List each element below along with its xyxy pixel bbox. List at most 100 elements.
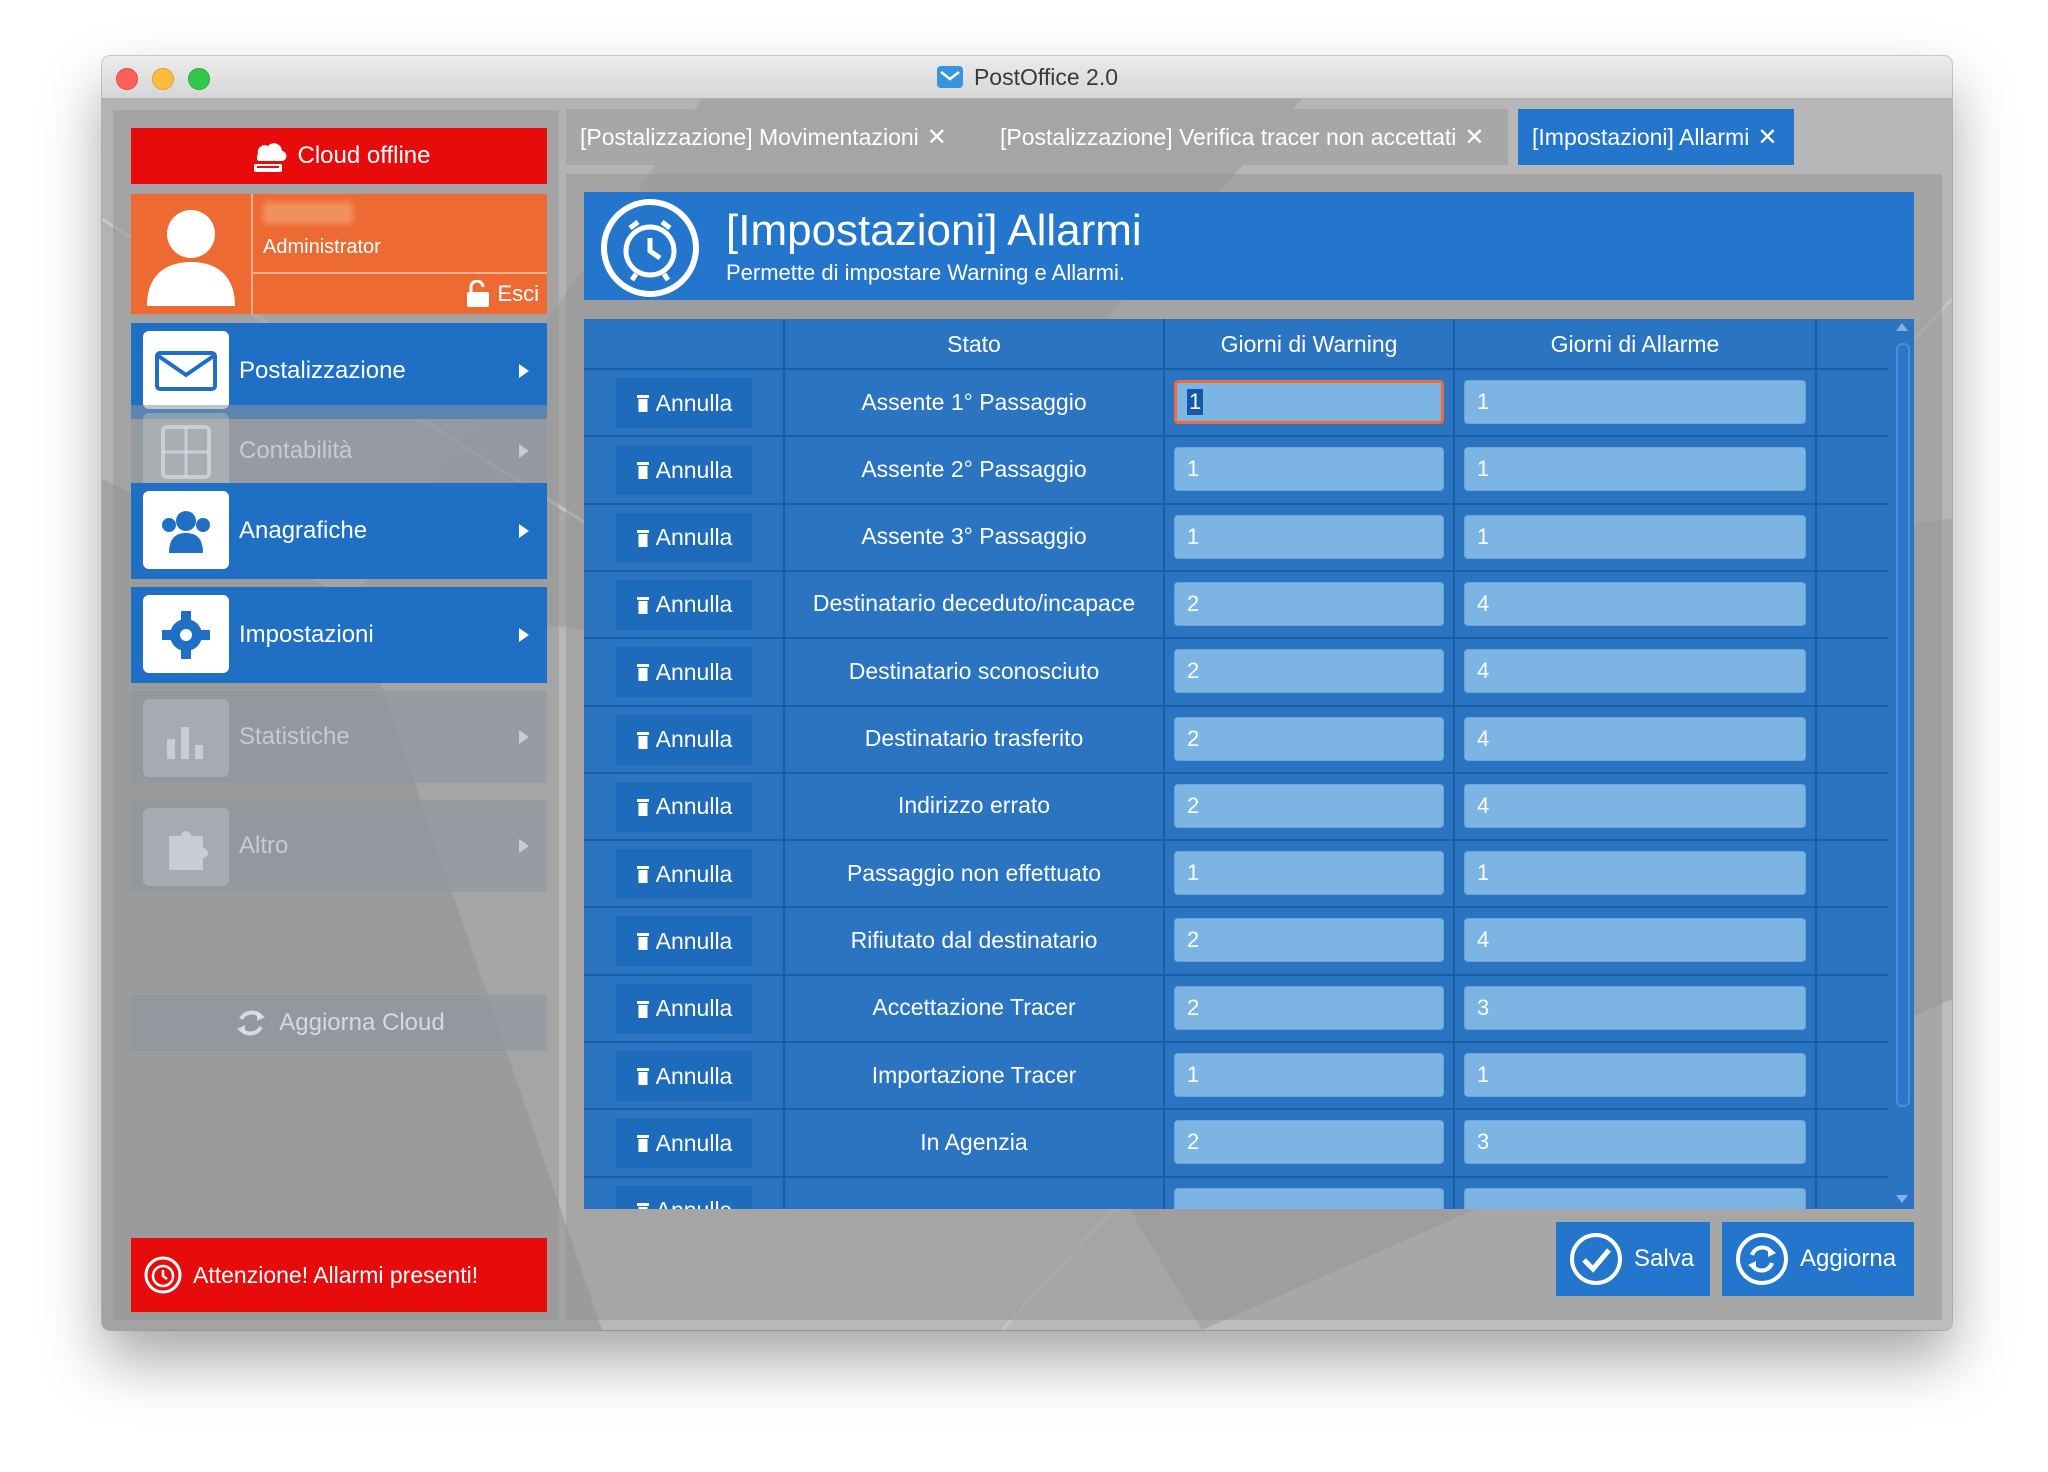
alarm-days-input[interactable]: 1	[1464, 447, 1806, 492]
title-bar: PostOffice 2.0	[102, 56, 1952, 99]
alarm-days-input[interactable]: 4	[1464, 581, 1806, 626]
close-icon[interactable]: ✕	[927, 123, 947, 152]
warning-days-value: 2	[1187, 725, 1200, 751]
alarm-days-value: 1	[1477, 456, 1490, 482]
mail-icon	[143, 331, 229, 409]
cancel-row-button[interactable]: Annulla	[616, 378, 752, 428]
warning-days-input[interactable]: 1	[1174, 1053, 1444, 1097]
warning-days-input[interactable]: 1	[1174, 380, 1444, 424]
alarm-days-input[interactable]: 1	[1464, 851, 1806, 896]
row-divider	[584, 569, 1888, 572]
sync-cloud-button[interactable]: Aggiorna Cloud	[131, 995, 547, 1051]
table-scrollbar[interactable]	[1890, 319, 1914, 1209]
alarm-days-input[interactable]: 4	[1464, 716, 1806, 761]
app-icon	[936, 66, 963, 88]
cancel-row-label: Annulla	[655, 927, 733, 954]
column-header-warning: Giorni di Warning	[1220, 330, 1398, 357]
cancel-row-label: Annulla	[655, 793, 733, 820]
cancel-row-button[interactable]: Annulla	[616, 512, 752, 563]
save-button[interactable]: Salva	[1556, 1222, 1710, 1296]
refresh-button[interactable]: Aggiorna	[1722, 1222, 1914, 1296]
sync-cloud-label: Aggiorna Cloud	[279, 1009, 445, 1036]
tab-movimentazioni[interactable]: [Postalizzazione] Movimentazioni ✕	[566, 109, 976, 165]
warning-days-value: 2	[1187, 1129, 1200, 1155]
column-header-allarme: Giorni di Allarme	[1550, 330, 1720, 357]
cancel-row-button[interactable]: Annulla	[616, 579, 752, 630]
cancel-row-button[interactable]: Annulla	[616, 1051, 752, 1101]
row-stato: Destinatario deceduto/incapace	[812, 590, 1136, 617]
window-title-wrap: PostOffice 2.0	[102, 56, 1952, 98]
alarm-days-input[interactable]: 4	[1464, 783, 1806, 828]
warning-days-input[interactable]: 2	[1174, 716, 1444, 761]
trash-icon	[636, 395, 649, 412]
alarm-alert-label: Attenzione! Allarmi presenti!	[193, 1261, 479, 1288]
logout-button[interactable]: Esci	[465, 280, 539, 308]
menu-item-impostazioni[interactable]: Impostazioni	[131, 587, 547, 683]
user-role: Administrator	[263, 236, 381, 258]
alarm-days-input[interactable]: 1	[1464, 380, 1806, 424]
cancel-row-label: Annulla	[655, 524, 733, 551]
window-title: PostOffice 2.0	[973, 63, 1119, 90]
cancel-row-button[interactable]: Annulla	[616, 781, 752, 832]
row-stato: Importazione Tracer	[871, 1061, 1077, 1088]
trash-icon	[636, 1202, 649, 1209]
row-stato: Accettazione Tracer	[872, 994, 1076, 1021]
close-icon[interactable]: ✕	[1464, 123, 1484, 152]
scroll-up-arrow[interactable]	[1896, 323, 1908, 331]
alarm-days-input[interactable]: 4	[1464, 649, 1806, 694]
cancel-row-button[interactable]: Annulla	[616, 849, 752, 900]
alarm-days-input[interactable]: 3	[1464, 985, 1806, 1030]
alarm-days-value: 1	[1477, 523, 1490, 549]
warning-days-input[interactable]: 2	[1174, 649, 1444, 694]
menu-item-altro[interactable]: Altro	[131, 800, 547, 892]
warning-days-input[interactable]: 1	[1174, 851, 1444, 896]
warning-days-value: 1	[1187, 1062, 1200, 1087]
cancel-row-button[interactable]: Annulla	[616, 916, 752, 967]
scroll-down-arrow[interactable]	[1896, 1195, 1908, 1203]
cancel-row-label: Annulla	[655, 591, 733, 618]
alarm-days-input[interactable]: 3	[1464, 1120, 1806, 1165]
cancel-row-button[interactable]: Annulla	[616, 1118, 752, 1169]
unlock-icon	[467, 280, 490, 307]
trash-icon	[636, 596, 649, 614]
cancel-row-button[interactable]: Annulla	[616, 983, 752, 1034]
cloud-status-label: Cloud offline	[297, 142, 431, 169]
cancel-row-button[interactable]: Annulla	[616, 647, 752, 698]
warning-days-input[interactable]: 1	[1174, 514, 1444, 559]
trash-icon	[636, 1068, 649, 1085]
row-stato: Indirizzo errato	[897, 792, 1051, 819]
cloud-status-button[interactable]: Cloud offline	[131, 128, 547, 184]
warning-days-input[interactable]: 2	[1174, 985, 1444, 1030]
tab-allarmi[interactable]: [Impostazioni] Allarmi ✕	[1518, 109, 1794, 165]
menu-item-statistiche[interactable]: Statistiche	[131, 691, 547, 783]
alarm-days-input[interactable]: 4	[1464, 918, 1806, 963]
app-window: PostOffice 2.0 Cloud offline Administrat…	[102, 56, 1952, 1330]
menu-item-anagrafiche[interactable]: Anagrafiche	[131, 483, 547, 579]
cancel-row-button[interactable]: Annulla	[616, 714, 752, 765]
alarm-days-input[interactable]	[1464, 1187, 1806, 1209]
cancel-row-button[interactable]: Annulla	[616, 1185, 752, 1209]
app-content: Cloud offline Administrator Esci Postali…	[102, 99, 1952, 1330]
row-stato	[784, 1177, 1164, 1209]
cancel-row-label: Annulla	[655, 726, 733, 752]
alarm-days-input[interactable]: 1	[1464, 1053, 1806, 1097]
scroll-thumb[interactable]	[1896, 343, 1910, 1107]
alarm-alert-button[interactable]: Attenzione! Allarmi presenti!	[131, 1238, 547, 1312]
warning-days-input[interactable]: 2	[1174, 783, 1444, 828]
warning-days-input[interactable]: 2	[1174, 1120, 1444, 1165]
user-name-blurred	[263, 202, 353, 224]
warning-days-input[interactable]: 2	[1174, 581, 1444, 626]
tab-label: [Impostazioni] Allarmi	[1532, 123, 1750, 150]
warning-days-input[interactable]: 2	[1174, 918, 1444, 963]
alarm-days-input[interactable]: 1	[1464, 514, 1806, 559]
cancel-row-button[interactable]: Annulla	[616, 445, 752, 496]
refresh-icon	[1736, 1233, 1788, 1285]
tab-verifica-tracer[interactable]: [Postalizzazione] Verifica tracer non ac…	[986, 109, 1508, 165]
alarm-days-value: 1	[1477, 389, 1490, 414]
warning-days-input[interactable]	[1174, 1187, 1444, 1209]
close-icon[interactable]: ✕	[1757, 123, 1777, 152]
logout-label: Esci	[497, 281, 539, 306]
warning-days-input[interactable]: 1	[1174, 447, 1444, 492]
cancel-row-label: Annulla	[655, 1062, 733, 1089]
row-divider	[584, 368, 1888, 370]
